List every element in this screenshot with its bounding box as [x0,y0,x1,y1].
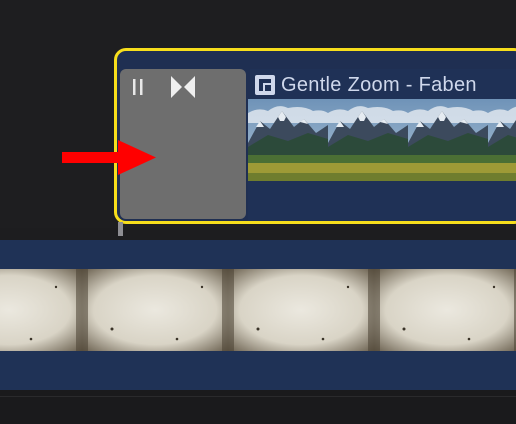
paper-texture-thumbnails [0,269,516,351]
playhead-marker[interactable] [118,222,123,236]
primary-clip-audio-area [0,351,516,390]
pause-icon [133,79,143,95]
primary-storyline-clip[interactable] [0,240,516,390]
clip-header: Gentle Zoom - Faben [250,69,516,101]
red-arrow-icon [62,140,156,175]
bowtie-transition-icon[interactable] [170,75,196,99]
connected-clip-icon [255,75,275,95]
clip-title: Gentle Zoom - Faben [281,73,477,96]
connected-clip-gentle-zoom[interactable]: Gentle Zoom - Faben [114,48,516,224]
clip-audio-area [248,181,516,221]
lane-gap [0,228,516,240]
primary-clip-header [0,240,516,269]
timeline-divider [0,396,516,397]
mountain-thumbnails [248,99,516,181]
